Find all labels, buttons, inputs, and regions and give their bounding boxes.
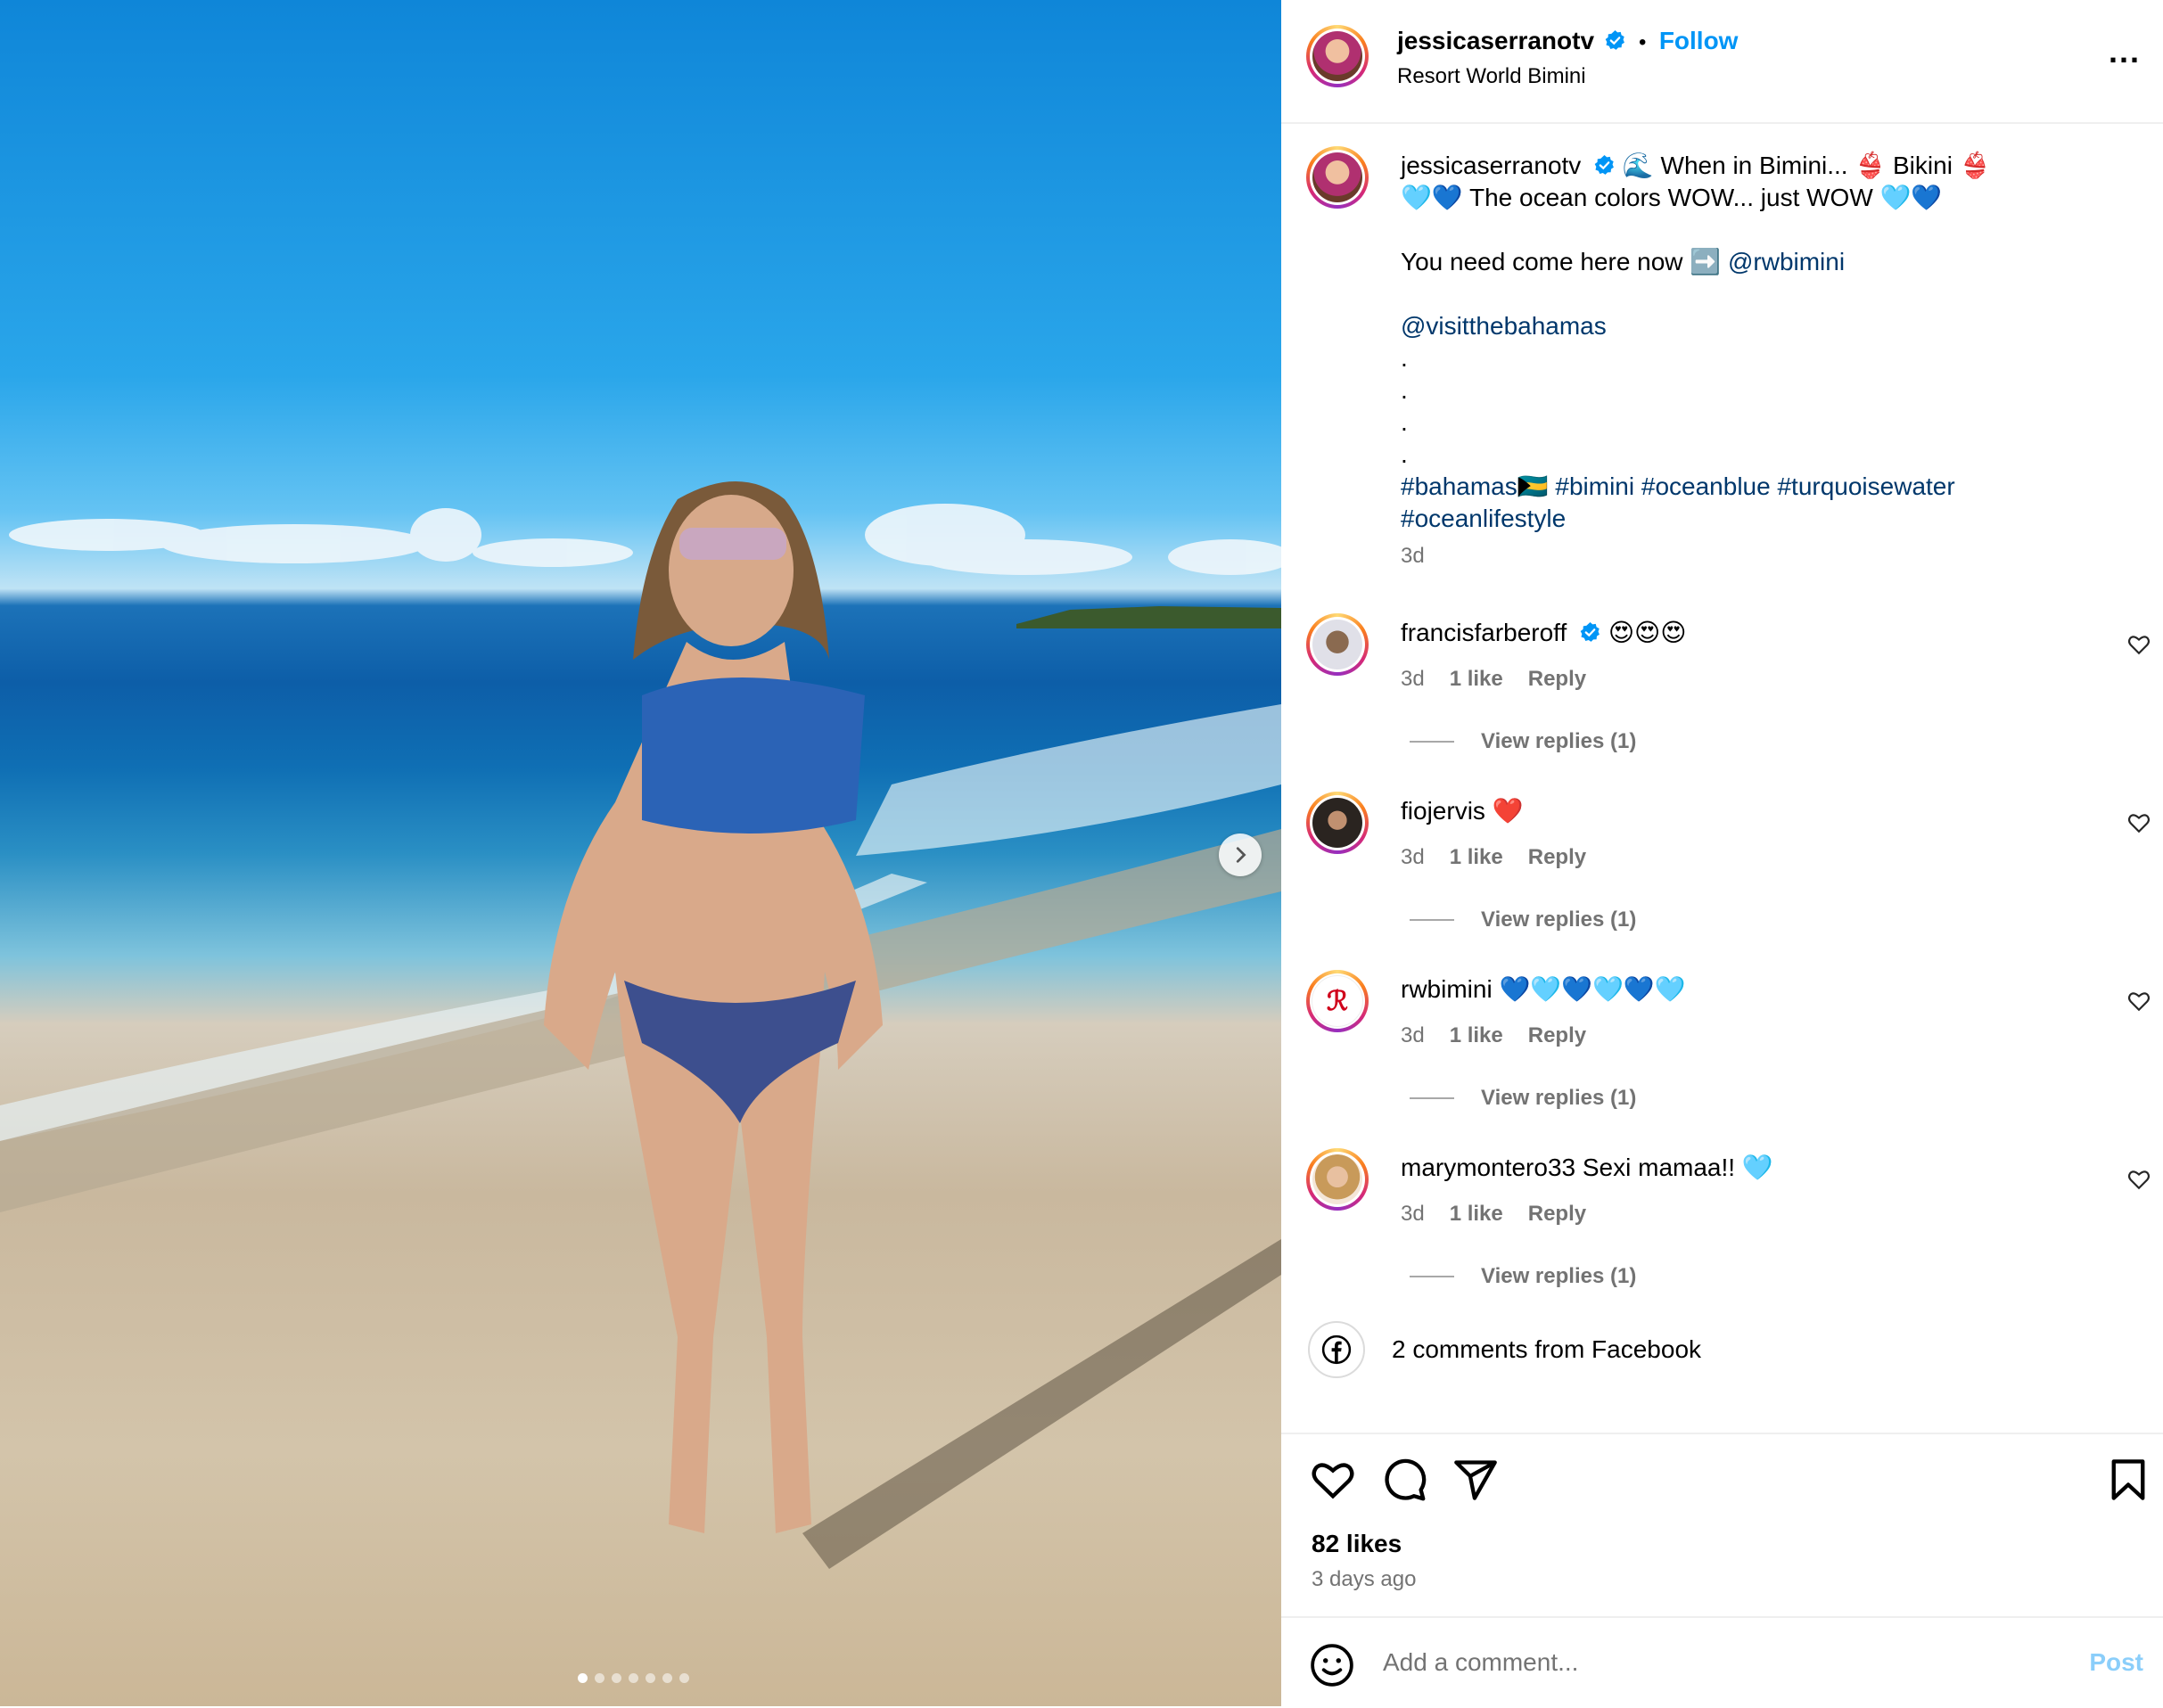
facebook-comments-link[interactable]: 2 comments from Facebook <box>1308 1321 1701 1378</box>
comment-username[interactable]: francisfarberoff <box>1401 619 1567 646</box>
post-date: 3 days ago <box>1312 1567 1417 1591</box>
caption-dot: . <box>1401 408 1408 436</box>
beach-scene-image <box>0 481 1281 1569</box>
comment-item: rwbimini 💙🩵💙🩵💙🩵 <box>1401 973 1686 1006</box>
reply-button[interactable]: Reply <box>1528 845 1586 869</box>
header-separator: • <box>1638 30 1647 54</box>
comment-item: marymontero33 Sexi mamaa!! 🩵 <box>1401 1152 1773 1184</box>
caption-time: 3d <box>1401 544 1425 568</box>
comment-meta: 3d 1 like Reply <box>1401 667 1586 692</box>
instagram-post-view: jessicaserranotv • Follow Resort World B… <box>0 0 2163 1706</box>
comment-avatar[interactable] <box>1306 1148 1369 1211</box>
caption-dot: . <box>1401 376 1408 404</box>
caption-line-3: You need come here now ➡️ <box>1401 248 1722 275</box>
chevron-right-icon <box>1236 847 1246 863</box>
reply-button[interactable]: Reply <box>1528 1023 1586 1047</box>
comment-text: 😍😍😍 <box>1608 619 1687 646</box>
comment-likes[interactable]: 1 like <box>1450 845 1503 869</box>
carousel-next-button[interactable] <box>1219 833 1262 876</box>
comment-avatar[interactable] <box>1306 613 1369 676</box>
mention-rwbimini[interactable]: @rwbimini <box>1728 248 1845 275</box>
comment-text: ❤️ <box>1492 797 1524 825</box>
reply-button[interactable]: Reply <box>1528 1202 1586 1226</box>
likes-count[interactable]: 82 likes <box>1312 1530 1402 1558</box>
heart-icon[interactable] <box>1310 1457 1356 1503</box>
comment-meta: 3d 1 like Reply <box>1401 845 1586 870</box>
bookmark-icon[interactable] <box>2105 1457 2151 1503</box>
comment-username[interactable]: marymontero33 <box>1401 1154 1575 1181</box>
caption-line-1: 🌊 When in Bimini... 👙 Bikini 👙 <box>1622 152 1991 179</box>
verified-badge-icon <box>1594 155 1615 175</box>
view-replies-button[interactable]: View replies (1) <box>1410 1264 1636 1289</box>
comment-like-heart-icon[interactable] <box>2127 989 2151 1013</box>
comment-avatar[interactable] <box>1306 792 1369 854</box>
verified-badge-icon <box>1580 622 1600 642</box>
comment-input[interactable] <box>1381 1639 2027 1686</box>
carousel-dot <box>612 1673 621 1683</box>
carousel-dot <box>646 1673 655 1683</box>
post-photo[interactable] <box>0 0 1281 1706</box>
carousel-dot <box>578 1673 588 1683</box>
author-avatar[interactable] <box>1306 25 1369 87</box>
more-options-icon[interactable]: ... <box>2109 36 2141 68</box>
follow-button[interactable]: Follow <box>1659 27 1739 54</box>
comment-item: fiojervis ❤️ <box>1401 795 1524 827</box>
comment-avatar[interactable]: ℛ <box>1306 970 1369 1032</box>
caption-hashtags[interactable]: #bahamas🇧🇸 #bimini #oceanblue #turquoise… <box>1401 471 2132 503</box>
carousel-dot <box>595 1673 604 1683</box>
caption-dot: . <box>1401 440 1408 468</box>
comment-time: 3d <box>1401 845 1425 869</box>
comment-text: 💙🩵💙🩵💙🩵 <box>1499 975 1686 1003</box>
comment-like-heart-icon[interactable] <box>2127 633 2151 656</box>
emoji-icon[interactable] <box>1310 1643 1354 1687</box>
post-header: jessicaserranotv • Follow Resort World B… <box>1281 0 2163 124</box>
view-replies-button[interactable]: View replies (1) <box>1410 729 1636 754</box>
comment-likes[interactable]: 1 like <box>1450 667 1503 691</box>
view-replies-label: View replies (1) <box>1481 907 1637 932</box>
comment-item: francisfarberoff 😍😍😍 <box>1401 617 1686 649</box>
comment-meta: 3d 1 like Reply <box>1401 1023 1586 1048</box>
comment-meta: 3d 1 like Reply <box>1401 1202 1586 1227</box>
carousel-dot <box>679 1673 689 1683</box>
view-replies-button[interactable]: View replies (1) <box>1410 1086 1636 1111</box>
action-bar <box>1281 1433 2163 1434</box>
comment-like-heart-icon[interactable] <box>2127 811 2151 834</box>
view-replies-label: View replies (1) <box>1481 1264 1637 1288</box>
view-replies-label: View replies (1) <box>1481 1086 1637 1110</box>
facebook-comments-label: 2 comments from Facebook <box>1392 1335 1702 1363</box>
author-username[interactable]: jessicaserranotv <box>1397 27 1594 54</box>
caption-avatar[interactable] <box>1306 146 1369 209</box>
view-replies-label: View replies (1) <box>1481 729 1637 753</box>
person-figure <box>544 481 883 1533</box>
reply-button[interactable]: Reply <box>1528 667 1586 691</box>
facebook-icon <box>1308 1321 1365 1378</box>
post-location[interactable]: Resort World Bimini <box>1397 64 1586 89</box>
caption-dot: . <box>1401 344 1408 372</box>
caption-hashtags[interactable]: #oceanlifestyle <box>1401 503 2132 535</box>
comment-likes[interactable]: 1 like <box>1450 1023 1503 1047</box>
comment-username[interactable]: rwbimini <box>1401 975 1493 1003</box>
comment-bubble-icon[interactable] <box>1381 1457 1427 1503</box>
comment-time: 3d <box>1401 1023 1425 1047</box>
carousel-dot <box>629 1673 638 1683</box>
post-comment-button[interactable]: Post <box>2089 1648 2143 1677</box>
caption-username[interactable]: jessicaserranotv <box>1401 152 1581 179</box>
comment-time: 3d <box>1401 667 1425 691</box>
post-side-panel: jessicaserranotv • Follow Resort World B… <box>1281 0 2163 1706</box>
carousel-dot <box>662 1673 672 1683</box>
post-caption: jessicaserranotv 🌊 When in Bimini... 👙 B… <box>1401 150 2132 572</box>
comment-time: 3d <box>1401 1202 1425 1226</box>
verified-badge-icon <box>1605 30 1624 50</box>
carousel-indicator <box>578 1673 689 1683</box>
add-comment-bar: Post <box>1281 1616 2163 1708</box>
comment-likes[interactable]: 1 like <box>1450 1202 1503 1226</box>
comment-like-heart-icon[interactable] <box>2127 1168 2151 1191</box>
paper-plane-icon[interactable] <box>1452 1457 1499 1503</box>
caption-line-2: 🩵💙 The ocean colors WOW... just WOW 🩵💙 <box>1401 184 1943 211</box>
view-replies-button[interactable]: View replies (1) <box>1410 907 1636 932</box>
comment-text: Sexi mamaa!! 🩵 <box>1582 1154 1773 1181</box>
mention-visitthebahamas[interactable]: @visitthebahamas <box>1401 310 2132 342</box>
comment-username[interactable]: fiojervis <box>1401 797 1485 825</box>
